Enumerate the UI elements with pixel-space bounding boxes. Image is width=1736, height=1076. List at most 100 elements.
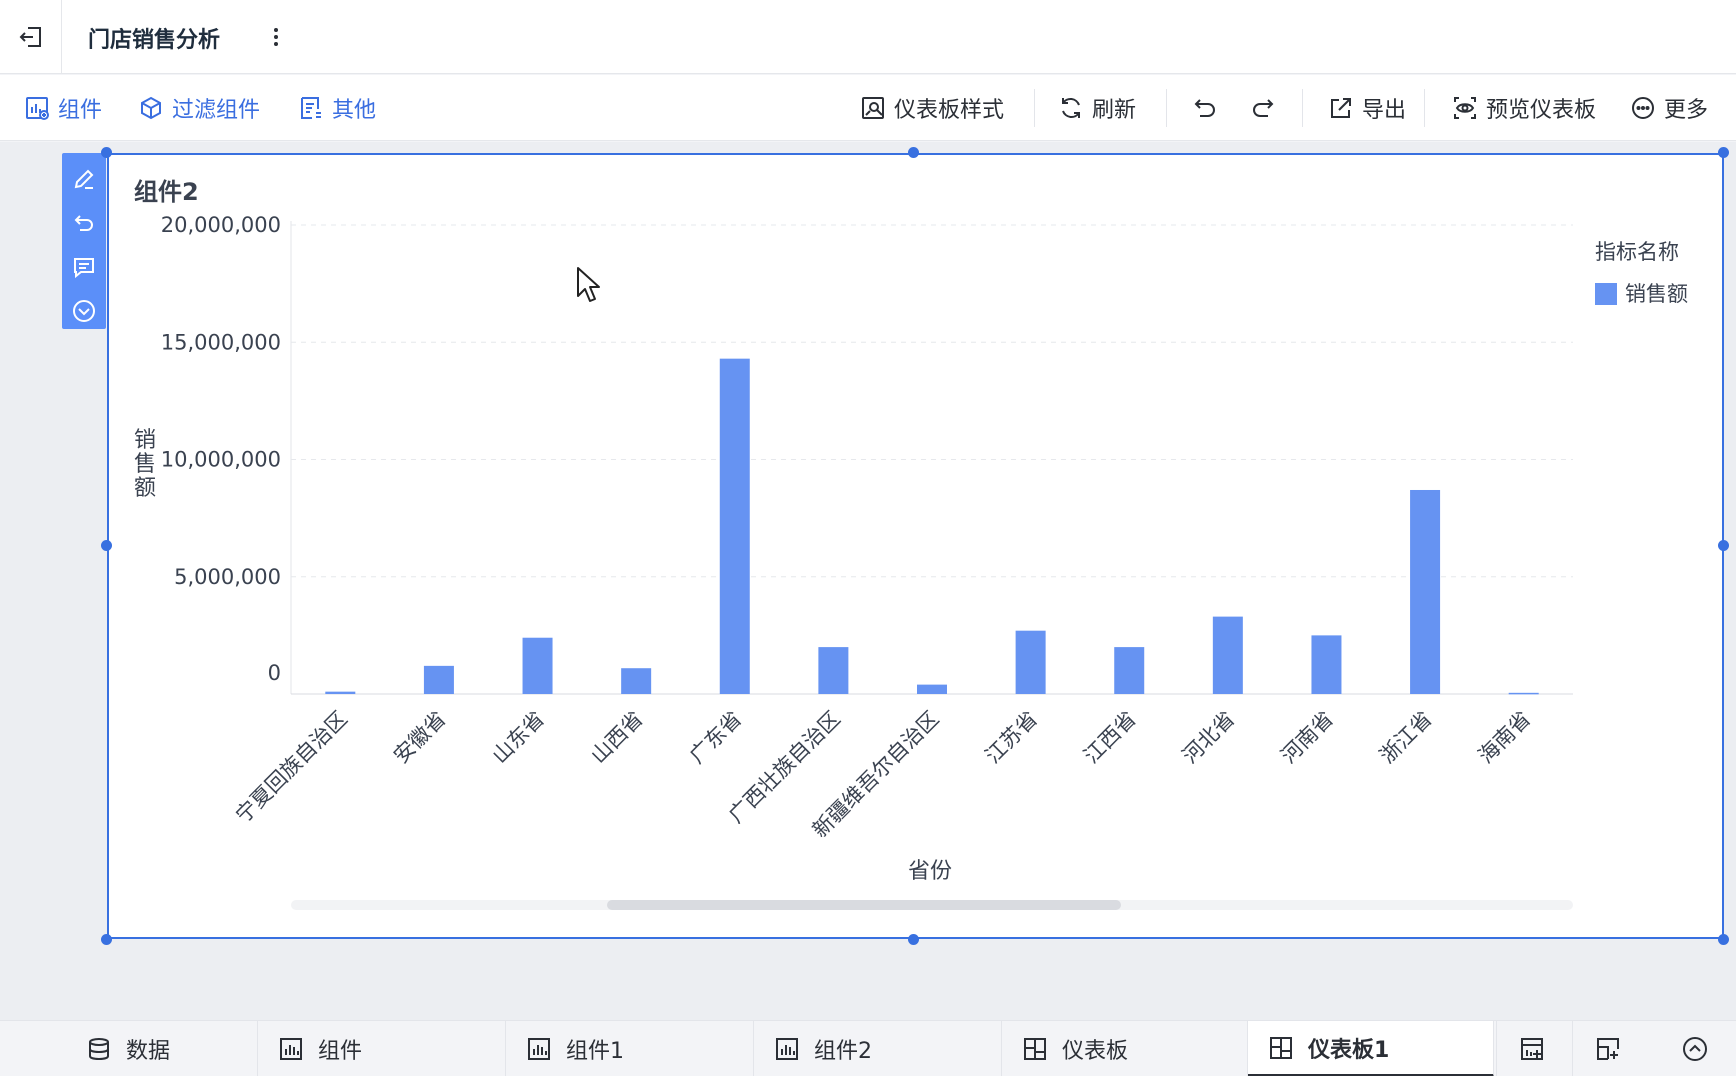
- tab-dashboard1-label: 仪表板1: [1308, 1037, 1390, 1063]
- title-bar: 门店销售分析: [0, 0, 1736, 74]
- tab-component2-label: 组件2: [814, 1039, 872, 1064]
- exit-icon: [19, 27, 41, 47]
- chart-add-icon: [26, 97, 49, 120]
- bar[interactable]: [1212, 616, 1243, 694]
- toolbar-divider: [1302, 89, 1303, 127]
- export-label: 导出: [1362, 98, 1407, 123]
- bar[interactable]: [1508, 692, 1539, 695]
- undo-icon: [1194, 99, 1215, 117]
- undo-icon: [74, 215, 93, 231]
- comment-button[interactable]: [68, 251, 100, 283]
- app-title: 门店销售分析: [88, 28, 221, 53]
- tab-dashboard-label: 仪表板: [1062, 1039, 1129, 1064]
- horizontal-scrollbar-thumb[interactable]: [607, 900, 1121, 910]
- bar[interactable]: [1015, 630, 1046, 694]
- x-axis-title: 省份: [908, 859, 952, 884]
- bar[interactable]: [719, 358, 750, 694]
- toolbar-divider: [1424, 89, 1425, 127]
- preview-eye-icon: [1454, 97, 1476, 119]
- y-tick-label: 5,000,000: [174, 565, 281, 589]
- database-icon: [89, 1038, 109, 1061]
- bar-chart: 0 5,000,000 10,000,000 15,000,000 20,000,000…: [134, 213, 1688, 910]
- undo-button[interactable]: [1192, 89, 1218, 127]
- add-component-button[interactable]: 组件: [24, 89, 102, 127]
- preview-dashboard-button[interactable]: 预览仪表板: [1452, 89, 1596, 127]
- x-tick-label: 山西省: [586, 707, 648, 769]
- bar[interactable]: [621, 668, 652, 694]
- x-tick-label: 浙江省: [1375, 707, 1437, 769]
- toolbar: 组件 过滤组件 其他 仪表板样式 刷新 导出 预览仪表板 更多: [0, 75, 1736, 141]
- add-chart-icon: [1520, 1038, 1543, 1060]
- mouse-cursor-icon: [577, 267, 600, 302]
- tab-component1-label: 组件1: [566, 1039, 624, 1064]
- refresh-button[interactable]: 刷新: [1058, 89, 1136, 127]
- chevron-up-circle-icon: [1683, 1037, 1707, 1061]
- bar[interactable]: [522, 637, 553, 694]
- other-label: 其他: [332, 98, 377, 123]
- more-circle-icon: [1632, 97, 1654, 119]
- redo-icon: [1253, 99, 1274, 117]
- legend-series-label: 销售额: [1625, 282, 1688, 306]
- exit-button[interactable]: [0, 0, 62, 74]
- bar[interactable]: [325, 691, 356, 694]
- add-dashboard-icon: [1596, 1038, 1619, 1060]
- preview-dashboard-label: 预览仪表板: [1486, 98, 1597, 123]
- edit-widget-button[interactable]: [68, 163, 100, 195]
- dashboard-style-icon: [862, 97, 884, 119]
- bar[interactable]: [1311, 635, 1342, 694]
- new-component-button[interactable]: [1496, 1021, 1566, 1076]
- bar-chart-icon: [280, 1038, 302, 1060]
- tab-component-label: 组件: [318, 1039, 363, 1064]
- x-tick-label: 河南省: [1276, 707, 1338, 769]
- new-dashboard-button[interactable]: [1572, 1021, 1642, 1076]
- filter-component-label: 过滤组件: [172, 98, 261, 123]
- widget-undo-button[interactable]: [68, 207, 100, 239]
- tab-component2[interactable]: 组件2: [754, 1021, 1002, 1076]
- document-list-icon: [301, 97, 321, 119]
- dashboard-style-button[interactable]: 仪表板样式: [860, 89, 1004, 127]
- tab-data[interactable]: 数据: [66, 1021, 258, 1076]
- y-axis-title: 销售额: [134, 428, 156, 501]
- bar[interactable]: [1114, 647, 1145, 694]
- collapse-button[interactable]: [68, 295, 100, 327]
- legend-swatch: [1595, 283, 1617, 305]
- bottom-tab-bar: 数据 组件 组件1 组件2 仪表板 仪表板1: [0, 1020, 1736, 1076]
- filter-component-button[interactable]: 过滤组件: [138, 89, 260, 127]
- comment-icon: [74, 258, 94, 279]
- export-button[interactable]: 导出: [1328, 89, 1406, 127]
- redo-button[interactable]: [1250, 89, 1276, 127]
- bar-chart-icon: [528, 1038, 550, 1060]
- refresh-icon: [1062, 98, 1080, 118]
- filter-cube-icon: [141, 96, 161, 120]
- more-button[interactable]: 更多: [1630, 89, 1708, 127]
- x-tick-label: 宁夏回族自治区: [231, 707, 352, 828]
- tab-dashboard[interactable]: 仪表板: [1002, 1021, 1248, 1076]
- dashboard-grid-icon: [1270, 1036, 1292, 1059]
- tab-component1[interactable]: 组件1: [506, 1021, 754, 1076]
- dashboard-style-label: 仪表板样式: [894, 98, 1005, 123]
- bar[interactable]: [1410, 489, 1441, 694]
- tab-component[interactable]: 组件: [258, 1021, 506, 1076]
- chart-legend[interactable]: 指标名称 销售额: [1595, 240, 1688, 306]
- collapse-bar-button[interactable]: [1660, 1021, 1730, 1076]
- bar[interactable]: [423, 665, 454, 694]
- more-options-button[interactable]: [266, 20, 286, 54]
- other-button[interactable]: 其他: [298, 89, 376, 127]
- tab-data-label: 数据: [126, 1039, 171, 1064]
- dashboard-grid-icon: [1024, 1038, 1046, 1060]
- tab-dashboard1[interactable]: 仪表板1: [1248, 1021, 1494, 1076]
- bar[interactable]: [818, 647, 849, 694]
- toolbar-divider: [1166, 89, 1167, 127]
- y-tick-label: 10,000,000: [161, 448, 281, 472]
- edit-icon: [74, 169, 94, 189]
- kebab-icon: [274, 28, 278, 46]
- x-tick-label: 江西省: [1079, 707, 1141, 769]
- chevron-down-circle-icon: [73, 300, 95, 322]
- refresh-label: 刷新: [1092, 98, 1137, 123]
- widget-tool-strip: [62, 153, 106, 329]
- legend-title: 指标名称: [1595, 240, 1679, 264]
- x-tick-label: 山东省: [488, 707, 550, 769]
- bar[interactable]: [917, 684, 947, 694]
- bar-chart-icon: [776, 1038, 798, 1060]
- add-component-label: 组件: [58, 98, 103, 123]
